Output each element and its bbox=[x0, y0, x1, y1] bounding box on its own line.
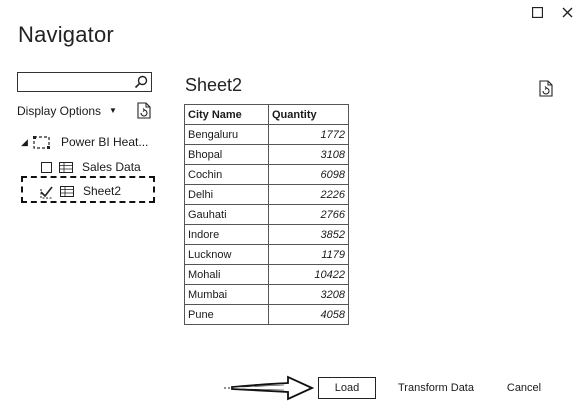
tree-item-label: Sales Data bbox=[82, 160, 141, 174]
city-cell: Cochin bbox=[184, 164, 269, 185]
city-cell: Indore bbox=[184, 224, 269, 245]
quantity-cell: 6098 bbox=[268, 164, 349, 185]
table-header-row: City Name Quantity bbox=[184, 104, 349, 125]
quantity-cell: 1179 bbox=[268, 244, 349, 265]
quantity-cell: 4058 bbox=[268, 304, 349, 325]
close-button[interactable] bbox=[559, 4, 575, 20]
column-header: City Name bbox=[184, 104, 269, 125]
preview-title: Sheet2 bbox=[185, 75, 243, 95]
table-row: Mumbai 3208 bbox=[184, 284, 349, 305]
city-cell: Bhopal bbox=[184, 144, 269, 165]
tree-item-sales-data[interactable]: Sales Data bbox=[41, 158, 141, 176]
chevron-down-icon: ▼ bbox=[109, 106, 117, 115]
quantity-cell: 3852 bbox=[268, 224, 349, 245]
quantity-cell: 3108 bbox=[268, 144, 349, 165]
checkmark-icon bbox=[40, 186, 53, 198]
table-row: Delhi 2226 bbox=[184, 184, 349, 205]
table-row: Gauhati 2766 bbox=[184, 204, 349, 225]
tree-item-sheet2[interactable]: Sheet2 bbox=[40, 182, 121, 200]
sales-data-checkbox[interactable] bbox=[41, 161, 52, 173]
refresh-preview-icon[interactable] bbox=[539, 80, 553, 97]
quantity-cell: 1772 bbox=[268, 124, 349, 145]
table-icon bbox=[59, 161, 73, 173]
table-row: Indore 3852 bbox=[184, 224, 349, 245]
cancel-button[interactable]: Cancel bbox=[500, 377, 548, 399]
table-icon bbox=[60, 185, 74, 197]
city-cell: Gauhati bbox=[184, 204, 269, 225]
city-cell: Pune bbox=[184, 304, 269, 325]
transform-data-button[interactable]: Transform Data bbox=[392, 377, 480, 399]
display-options-label: Display Options bbox=[17, 104, 102, 118]
folder-icon bbox=[33, 136, 50, 149]
city-cell: Bengaluru bbox=[184, 124, 269, 145]
table-row: Lucknow 1179 bbox=[184, 244, 349, 265]
search-box[interactable] bbox=[17, 72, 152, 92]
city-cell: Mumbai bbox=[184, 284, 269, 305]
city-cell: Lucknow bbox=[184, 244, 269, 265]
window-title: Navigator bbox=[18, 22, 114, 47]
maximize-icon bbox=[531, 6, 543, 18]
search-input[interactable] bbox=[21, 74, 129, 90]
table-row: Pune 4058 bbox=[184, 304, 349, 325]
quantity-cell: 2226 bbox=[268, 184, 349, 205]
sheet2-checkbox[interactable] bbox=[40, 185, 53, 198]
quantity-cell: 10422 bbox=[268, 264, 349, 285]
annotation-arrow-icon bbox=[224, 375, 314, 401]
collapse-toggle-icon[interactable]: ◢ bbox=[21, 137, 31, 148]
quantity-cell: 2766 bbox=[268, 204, 349, 225]
table-row: Mohali 10422 bbox=[184, 264, 349, 285]
table-row: Bhopal 3108 bbox=[184, 144, 349, 165]
tree-item-label: Sheet2 bbox=[83, 184, 122, 198]
refresh-icon[interactable] bbox=[137, 102, 151, 119]
load-button[interactable]: Load bbox=[318, 377, 376, 399]
close-icon bbox=[562, 7, 572, 17]
tree-root-item[interactable]: ◢ Power BI Heat... bbox=[21, 133, 148, 151]
display-options-dropdown[interactable]: Display Options ▼ bbox=[17, 104, 117, 118]
column-header: Quantity bbox=[268, 104, 349, 125]
quantity-cell: 3208 bbox=[268, 284, 349, 305]
search-icon[interactable] bbox=[134, 75, 148, 89]
table-row: Cochin 6098 bbox=[184, 164, 349, 185]
city-cell: Delhi bbox=[184, 184, 269, 205]
table-row: Bengaluru 1772 bbox=[184, 124, 349, 145]
maximize-button[interactable] bbox=[529, 4, 545, 20]
preview-table: City Name Quantity Bengaluru 1772 Bhopal 3… bbox=[184, 104, 349, 325]
city-cell: Mohali bbox=[184, 264, 269, 285]
tree-root-label: Power BI Heat... bbox=[61, 135, 149, 149]
